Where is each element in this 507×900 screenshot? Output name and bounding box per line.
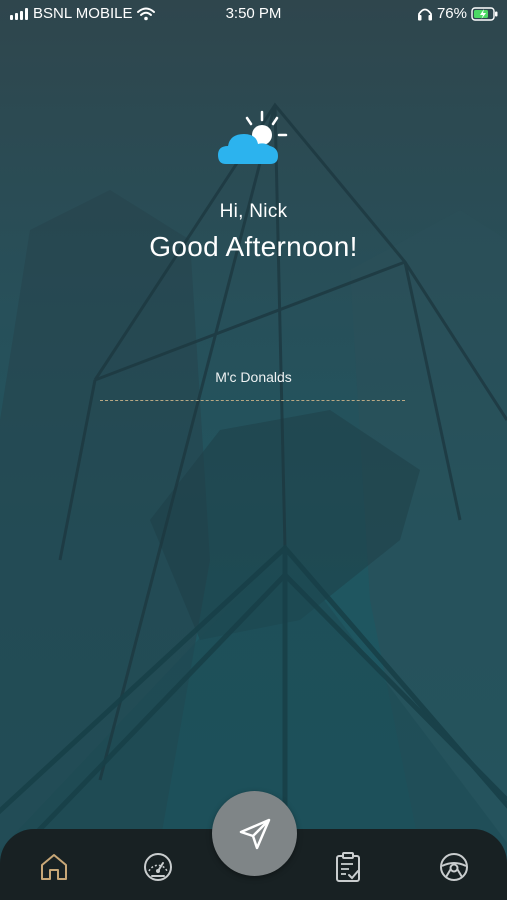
nav-tasks-button[interactable] [330, 849, 366, 885]
battery-percentage: 76% [436, 5, 467, 22]
partly-cloudy-icon [218, 110, 288, 164]
headphones-icon [417, 8, 432, 20]
nav-home-button[interactable] [36, 849, 72, 885]
clipboard-check-icon [336, 852, 360, 882]
location-field-underline [100, 400, 405, 401]
nav-driver-button[interactable] [436, 849, 472, 885]
steering-wheel-icon [440, 853, 468, 881]
nav-speedometer-button[interactable] [140, 849, 176, 885]
status-right: 76% [417, 5, 499, 22]
navigate-fab-button[interactable] [212, 791, 297, 876]
status-bar: BSNL MOBILE 3:50 PM 76% [0, 0, 507, 28]
greeting-message: Good Afternoon! [149, 231, 358, 262]
location-field-value[interactable]: M'c Donalds [0, 369, 507, 385]
battery-charging-icon [471, 6, 498, 21]
navigation-arrow-icon [239, 818, 270, 849]
home-icon [41, 854, 67, 880]
greeting-user-name: Hi, Nick [219, 201, 288, 222]
speedometer-icon [144, 853, 172, 881]
